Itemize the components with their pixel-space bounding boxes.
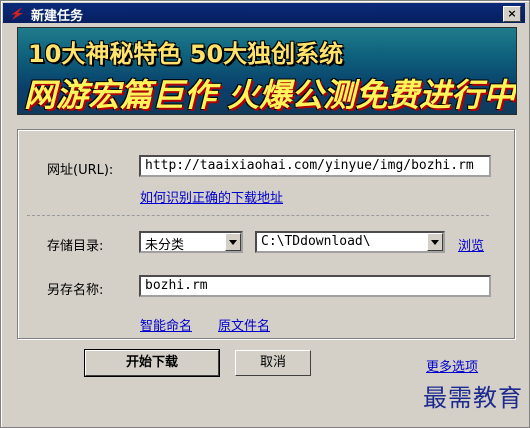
original-name-link[interactable]: 原文件名: [218, 315, 270, 334]
triangle-down-icon: [229, 240, 237, 245]
dir-label: 存储目录:: [47, 239, 104, 254]
cancel-button[interactable]: 取消: [235, 350, 311, 376]
close-button[interactable]: ×: [503, 6, 521, 22]
watermark: 最需教育: [423, 384, 523, 412]
new-task-dialog: 新建任务 × 10大神秘特色 50大独创系统 网游宏篇巨作 火爆公测免费进行中 …: [0, 0, 530, 428]
browse-link[interactable]: 浏览: [458, 235, 484, 254]
help-link[interactable]: 如何识别正确的下载地址: [140, 187, 283, 206]
url-label: 网址(URL):: [47, 163, 114, 178]
saveas-label: 另存名称:: [47, 283, 104, 298]
saveas-input[interactable]: bozhi.rm: [139, 275, 491, 297]
window-title: 新建任务: [31, 9, 84, 24]
triangle-down-icon: [431, 240, 439, 245]
url-input[interactable]: http://taaixiaohai.com/yinyue/img/bozhi.…: [139, 155, 491, 177]
category-select[interactable]: 未分类: [139, 231, 243, 253]
start-download-button[interactable]: 开始下载: [84, 349, 220, 377]
thunder-icon: [11, 7, 23, 20]
separator: [27, 215, 489, 216]
smart-name-link[interactable]: 智能命名: [140, 315, 192, 334]
ad-banner[interactable]: 10大神秘特色 50大独创系统 网游宏篇巨作 火爆公测免费进行中: [17, 27, 517, 115]
path-dropdown-button[interactable]: [427, 233, 443, 251]
path-select[interactable]: C:\TDdownload\: [255, 231, 445, 253]
more-options-link[interactable]: 更多选项: [426, 356, 478, 375]
banner-line-2: 网游宏篇巨作 火爆公测免费进行中: [24, 76, 516, 114]
title-bar[interactable]: 新建任务 ×: [3, 3, 525, 24]
category-dropdown-button[interactable]: [225, 233, 241, 251]
path-value: C:\TDdownload\: [261, 234, 371, 249]
category-value: 未分类: [145, 238, 185, 253]
banner-line-1: 10大神秘特色 50大独创系统: [28, 40, 344, 68]
